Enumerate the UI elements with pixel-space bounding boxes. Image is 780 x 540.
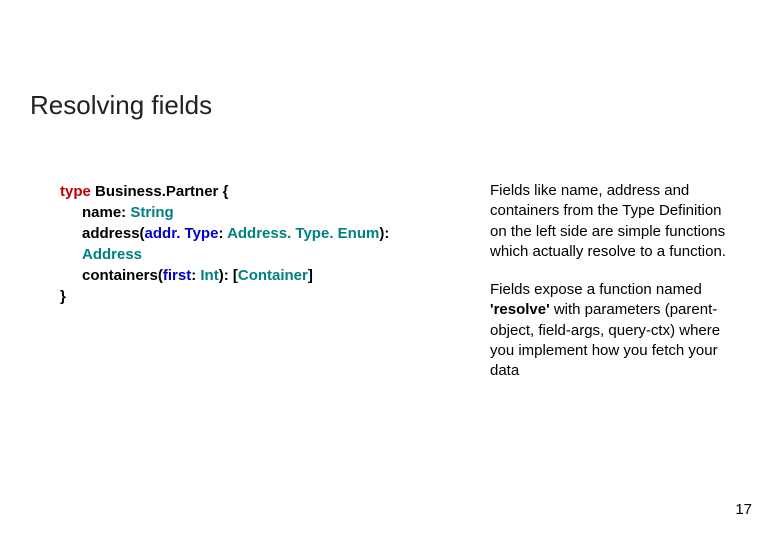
close-brace: } bbox=[60, 288, 66, 305]
page-number: 17 bbox=[735, 501, 752, 518]
type-name: Business.Partner bbox=[91, 183, 223, 200]
close-array: ): [ bbox=[219, 267, 238, 284]
arg-name: addr. Type bbox=[145, 225, 219, 242]
container-type: Container bbox=[238, 267, 308, 284]
code-line-4: Address bbox=[60, 244, 430, 265]
code-column: type Business.Partner { name: String add… bbox=[30, 181, 430, 399]
paragraph-2: Fields expose a function named 'resolve'… bbox=[490, 280, 730, 381]
close-paren: ): bbox=[379, 225, 389, 242]
paragraph-1: Fields like name, address and containers… bbox=[490, 181, 730, 262]
code-line-3: address(addr. Type: Address. Type. Enum)… bbox=[60, 223, 430, 244]
keyword-type: type bbox=[60, 183, 91, 200]
open-brace: { bbox=[223, 183, 229, 200]
close-bracket: ] bbox=[308, 267, 313, 284]
p2-text-a: Fields expose a function named bbox=[490, 281, 702, 298]
slide-title: Resolving fields bbox=[30, 90, 750, 121]
code-line-1: type Business.Partner { bbox=[60, 181, 430, 202]
colon: : bbox=[218, 225, 227, 242]
field-name: name: bbox=[82, 204, 130, 221]
field-containers: containers( bbox=[82, 267, 163, 284]
colon: : bbox=[191, 267, 200, 284]
field-type: String bbox=[130, 204, 173, 221]
type-definition-code: type Business.Partner { name: String add… bbox=[60, 181, 430, 307]
code-line-6: } bbox=[60, 286, 430, 307]
resolve-keyword: 'resolve' bbox=[490, 301, 550, 318]
arg-int: Int bbox=[200, 267, 218, 284]
arg-type: Address. Type. Enum bbox=[227, 225, 379, 242]
explanation-column: Fields like name, address and containers… bbox=[490, 181, 750, 399]
code-line-5: containers(first: Int): [Container] bbox=[60, 265, 430, 286]
arg-first: first bbox=[163, 267, 191, 284]
code-line-2: name: String bbox=[60, 202, 430, 223]
field-address: address( bbox=[82, 225, 145, 242]
return-type: Address bbox=[82, 246, 142, 263]
slide-content: type Business.Partner { name: String add… bbox=[30, 181, 750, 399]
